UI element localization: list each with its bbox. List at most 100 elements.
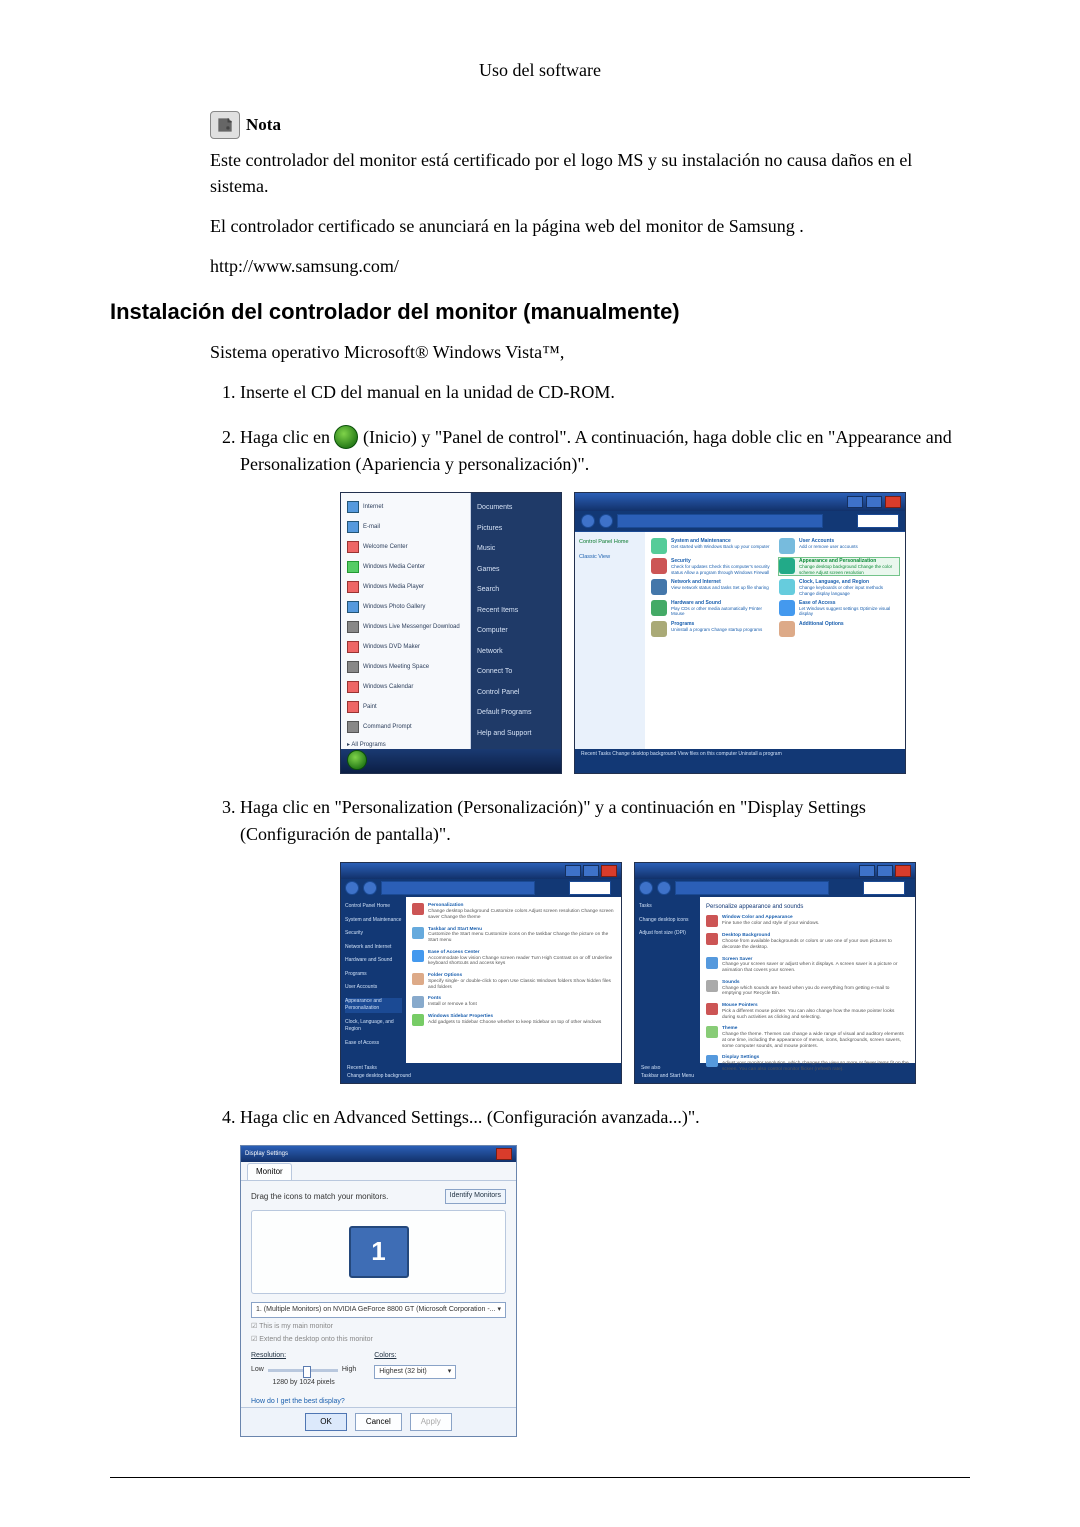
sm-right: Network: [477, 647, 555, 658]
foot-link: Recent Tasks: [347, 1065, 615, 1073]
step-2-text-a: Haga clic en: [240, 427, 334, 447]
forward-icon: [363, 881, 377, 895]
sm-item: E-mail: [363, 523, 380, 532]
hardware-icon: [651, 600, 667, 616]
sm-item: Windows Meeting Space: [363, 663, 429, 672]
sm-item: Welcome Center: [363, 543, 408, 552]
side-link: Control Panel Home: [345, 903, 402, 911]
side-link-active: Appearance and Personalization: [345, 998, 402, 1013]
section-subtitle: Sistema operativo Microsoft® Windows Vis…: [210, 339, 970, 365]
note-url: http://www.samsung.com/: [210, 253, 970, 279]
monitor-area: 1: [251, 1210, 506, 1294]
colors-combo: Highest (32 bit)▾: [374, 1365, 456, 1380]
sm-item: Command Prompt: [363, 723, 412, 732]
tab-monitor: Monitor: [247, 1163, 292, 1180]
page-header: Uso del software: [110, 60, 970, 81]
step-1: Inserte el CD del manual en la unidad de…: [240, 379, 970, 406]
screenshot-start-menu: Internet E-mail Welcome Center Windows M…: [340, 492, 562, 774]
side-link: Clock, Language, and Region: [345, 1019, 402, 1034]
minimize-icon: [847, 496, 863, 508]
resolution-slider: Low High: [251, 1365, 356, 1376]
side-link: Tasks: [639, 903, 696, 911]
minimize-icon: [565, 865, 581, 877]
appearance-icon: [779, 558, 795, 574]
dialog-title: Display Settings: [245, 1150, 288, 1159]
fonts-icon: [412, 996, 424, 1008]
step-4: Haga clic en Advanced Settings... (Confi…: [240, 1104, 970, 1437]
cancel-button: Cancel: [355, 1413, 402, 1431]
resolution-value: 1280 by 1024 pixels: [251, 1378, 356, 1389]
identify-monitors-button: Identify Monitors: [445, 1189, 506, 1204]
close-icon: [895, 865, 911, 877]
close-icon: [496, 1148, 512, 1160]
chevron-down-icon: ▾: [448, 1367, 452, 1378]
step-4-text: Haga clic en Advanced Settings... (Confi…: [240, 1107, 700, 1127]
maximize-icon: [583, 865, 599, 877]
sm-right: Recent Items: [477, 606, 555, 617]
recent-tasks: Recent Tasks Change desktop background V…: [575, 749, 905, 773]
side-link: Network and Internet: [345, 944, 402, 952]
screen-saver-icon: [706, 957, 718, 969]
page-footer-rule: [110, 1477, 970, 1478]
side-link: User Accounts: [345, 984, 402, 992]
sm-item: Windows Media Player: [363, 583, 424, 592]
step-3: Haga clic en "Personalization (Personali…: [240, 794, 970, 1084]
step-1-text: Inserte el CD del manual en la unidad de…: [240, 382, 615, 402]
side-link: Hardware and Sound: [345, 957, 402, 965]
sm-right: Computer: [477, 626, 555, 637]
sm-right: Control Panel: [477, 688, 555, 699]
security-icon: [651, 558, 667, 574]
address-bar: [381, 881, 535, 895]
section-title: Instalación del controlador del monitor …: [110, 299, 970, 325]
apply-button: Apply: [410, 1413, 452, 1431]
note-paragraph-2: El controlador certificado se anunciará …: [210, 213, 970, 239]
monitor-icon: 1: [349, 1226, 409, 1278]
windows-start-orb-icon: [334, 425, 358, 449]
monitor-combo: 1. (Multiple Monitors) on NVIDIA GeForce…: [251, 1302, 506, 1319]
step-3-text: Haga clic en "Personalization (Personali…: [240, 797, 866, 844]
cp-side-link: Classic View: [579, 553, 641, 561]
sidebar-icon: [412, 1014, 424, 1026]
clock-icon: [779, 579, 795, 595]
drag-instruction: Drag the icons to match your monitors.: [251, 1191, 388, 1203]
mouse-pointers-icon: [706, 1003, 718, 1015]
foot-link: Taskbar and Start Menu: [641, 1073, 909, 1081]
screenshot-control-panel: Control Panel Home Classic View System a…: [574, 492, 906, 774]
additional-options-icon: [779, 621, 795, 637]
sm-right: Help and Support: [477, 729, 555, 740]
chevron-down-icon: ▾: [497, 1305, 501, 1316]
chk-extend-desktop: ☑ Extend the desktop onto this monitor: [251, 1335, 506, 1346]
sm-right: Documents: [477, 503, 555, 514]
side-link: Programs: [345, 971, 402, 979]
colors-heading: Colors:: [374, 1351, 456, 1362]
sm-right: Pictures: [477, 524, 555, 535]
help-link: How do I get the best display?: [251, 1397, 506, 1408]
note-label: Nota: [246, 115, 281, 135]
folder-options-icon: [412, 973, 424, 985]
back-icon: [345, 881, 359, 895]
user-accounts-icon: [779, 538, 795, 554]
cp-side-link: Control Panel Home: [579, 538, 641, 546]
note-paragraph-1: Este controlador del monitor está certif…: [210, 147, 970, 199]
side-link: Change desktop icons: [639, 917, 696, 925]
sm-item: Windows DVD Maker: [363, 643, 420, 652]
display-settings-icon: [706, 1055, 718, 1067]
address-bar: [617, 514, 823, 528]
ease-of-access-icon: [779, 600, 795, 616]
sm-item: Windows Photo Gallery: [363, 603, 425, 612]
minimize-icon: [859, 865, 875, 877]
sounds-icon: [706, 980, 718, 992]
sm-right: Search: [477, 585, 555, 596]
maximize-icon: [877, 865, 893, 877]
system-icon: [651, 538, 667, 554]
sm-right: Games: [477, 565, 555, 576]
sm-item: Internet: [363, 503, 383, 512]
taskbar-icon: [412, 927, 424, 939]
sm-item: Windows Live Messenger Download: [363, 623, 460, 632]
resolution-heading: Resolution:: [251, 1351, 356, 1362]
personalization-icon: [412, 903, 424, 915]
sm-item: Windows Calendar: [363, 683, 413, 692]
forward-icon: [599, 514, 613, 528]
ease-center-icon: [412, 950, 424, 962]
start-orb-icon: [347, 750, 367, 770]
